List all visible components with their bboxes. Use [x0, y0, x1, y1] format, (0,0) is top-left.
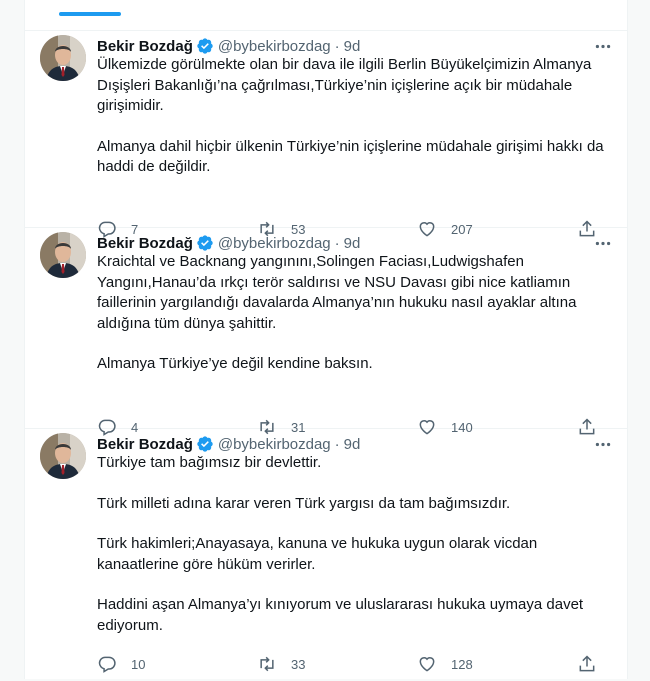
timestamp[interactable]: 9d	[344, 436, 361, 453]
author-name[interactable]: Bekir Bozdağ	[97, 235, 193, 252]
avatar[interactable]	[40, 35, 86, 81]
author-handle[interactable]: @bybekirbozdag	[218, 38, 331, 55]
tweet-text: Kraichtal ve Backnang yangınını,Solingen…	[97, 252, 617, 395]
retweet-button[interactable]: 33	[257, 654, 389, 674]
more-options-icon[interactable]	[593, 435, 613, 453]
reply-button[interactable]: 10	[97, 654, 229, 674]
tweet-header: Bekir Bozdağ @bybekirbozdag · 9d	[97, 35, 615, 57]
more-options-icon[interactable]	[593, 234, 613, 252]
tweet[interactable]: Bekir Bozdağ @bybekirbozdag · 9d Ülkemiz…	[25, 31, 627, 238]
tweet-paragraph: Türk milleti adına karar veren Türk yarg…	[97, 494, 511, 512]
tab-bar	[25, 0, 627, 31]
avatar[interactable]	[40, 232, 86, 278]
tweet-paragraph: Kraichtal ve Backnang yangınını,Solingen…	[97, 253, 577, 332]
author-handle[interactable]: @bybekirbozdag	[218, 436, 331, 453]
timestamp[interactable]: 9d	[344, 235, 361, 252]
reply-icon	[98, 656, 116, 673]
author-handle[interactable]: @bybekirbozdag	[218, 235, 331, 252]
share-button[interactable]	[577, 654, 607, 674]
retweet-count: 33	[291, 656, 306, 672]
timeline-column: Bekir Bozdağ @bybekirbozdag · 9d Ülkemiz…	[24, 0, 628, 679]
tweet-paragraph: Türkiye tam bağımsız bir devlettir.	[97, 454, 322, 471]
tweet[interactable]: Bekir Bozdağ @bybekirbozdag · 9d Türkiye…	[25, 429, 627, 681]
reply-count: 10	[131, 656, 146, 672]
retweet-icon	[260, 656, 274, 672]
tweet-header: Bekir Bozdağ @bybekirbozdag · 9d	[97, 433, 615, 455]
tweet[interactable]: Bekir Bozdağ @bybekirbozdag · 9d Kraicht…	[25, 228, 627, 436]
verified-badge-icon	[196, 435, 214, 453]
separator: ·	[334, 234, 340, 252]
author-name[interactable]: Bekir Bozdağ	[97, 436, 193, 453]
timestamp[interactable]: 9d	[344, 38, 361, 55]
tweet-paragraph: Haddini aşan Almanya’yı kınıyorum ve ulu…	[97, 596, 584, 634]
avatar[interactable]	[40, 433, 86, 479]
author-name[interactable]: Bekir Bozdağ	[97, 38, 193, 55]
tweet-text: Ülkemizde görülmekte olan bir dava ile i…	[97, 55, 617, 198]
tweet-paragraph: Almanya dahil hiçbir ülkenin Türkiye’nin…	[97, 137, 604, 176]
like-button[interactable]: 128	[417, 654, 549, 674]
active-tab-indicator	[59, 12, 121, 16]
separator: ·	[334, 37, 340, 55]
share-icon	[579, 655, 595, 672]
more-options-icon[interactable]	[593, 37, 613, 55]
tweet-header: Bekir Bozdağ @bybekirbozdag · 9d	[97, 232, 615, 254]
tweet-text: Türkiye tam bağımsız bir devlettir. Türk…	[97, 453, 617, 656]
separator: ·	[334, 435, 340, 453]
tweet-paragraph: Türk hakimleri;Anayasaya, kanuna ve huku…	[97, 535, 538, 573]
tweet-paragraph: Ülkemizde görülmekte olan bir dava ile i…	[97, 56, 592, 114]
verified-badge-icon	[196, 37, 214, 55]
verified-badge-icon	[196, 234, 214, 252]
like-count: 128	[451, 656, 473, 672]
heart-icon	[419, 657, 435, 672]
tweet-paragraph: Almanya Türkiye’ye değil kendine baksın.	[97, 355, 373, 372]
tweet-actions: 10 33 128	[97, 652, 607, 676]
